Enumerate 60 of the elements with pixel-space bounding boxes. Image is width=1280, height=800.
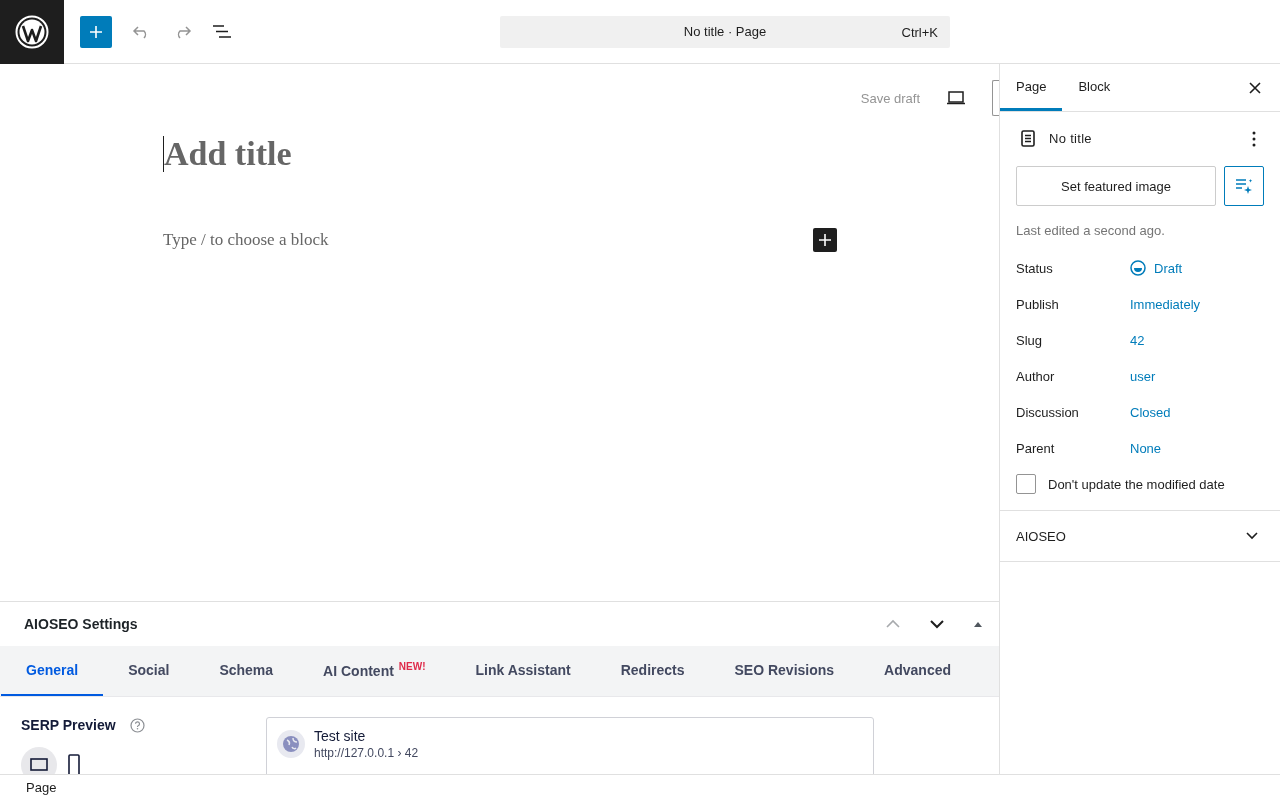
wordpress-logo[interactable]: [0, 0, 64, 64]
field-value-link[interactable]: None: [1130, 440, 1162, 456]
sidebar-tab[interactable]: Page: [1000, 64, 1063, 111]
settings-tab[interactable]: SEO Revisions: [709, 646, 860, 696]
field-label: Discussion: [1016, 404, 1080, 420]
document-title: No title · Page: [683, 24, 767, 39]
field-label: Author: [1016, 368, 1056, 384]
section-title: SERP Preview: [21, 717, 116, 733]
last-edited-text: Last edited a second ago.: [1016, 223, 1166, 238]
draft-status-icon: [1130, 260, 1146, 276]
panel-toggle[interactable]: AIOSEO: [1000, 511, 1280, 562]
mobile-icon[interactable]: [67, 753, 81, 774]
settings-tab[interactable]: Redirects: [595, 646, 710, 696]
plus-icon: [88, 23, 104, 40]
settings-tab[interactable]: Schema: [194, 646, 299, 696]
ai-generate-button[interactable]: [1224, 166, 1264, 206]
settings-tab[interactable]: General: [1, 646, 104, 696]
panel-title: AIOSEO Settings: [24, 616, 138, 632]
settings-tab[interactable]: Social: [103, 646, 195, 696]
field-label: Slug: [1016, 332, 1044, 348]
plus-icon: [818, 233, 832, 247]
globe-icon: [277, 730, 305, 758]
field-value-link[interactable]: 42: [1130, 332, 1145, 348]
document-overview-icon[interactable]: [212, 24, 232, 39]
document-title: No title: [1049, 131, 1092, 146]
new-label: NEW!: [398, 661, 426, 673]
wordpress-logo-icon: [15, 14, 49, 49]
sidebar-tab[interactable]: Block: [1062, 64, 1127, 111]
block-placeholder[interactable]: Type / to choose a block: [163, 230, 329, 250]
add-block-button[interactable]: [813, 228, 837, 252]
field-value-link[interactable]: Closed: [1130, 404, 1171, 420]
chevron-icon: [1246, 532, 1258, 540]
sparkle-list-icon: [1235, 177, 1253, 195]
field-label: Parent: [1016, 440, 1056, 456]
checkbox[interactable]: [1016, 474, 1036, 494]
help-icon[interactable]: [129, 717, 145, 733]
desktop-icon: [29, 757, 49, 773]
settings-tab[interactable]: AI Content $^{NEW!}$: [298, 646, 451, 696]
checkbox-label: Don't update the modified date: [1048, 476, 1225, 492]
more-options-icon[interactable]: [1252, 130, 1256, 147]
settings-tab[interactable]: Advanced: [859, 646, 977, 696]
laptop-icon[interactable]: [946, 91, 966, 105]
page-icon: [1021, 130, 1035, 147]
triangle-up-icon[interactable]: [973, 620, 983, 628]
status-button[interactable]: Draft: [1130, 260, 1183, 276]
desktop-toggle[interactable]: [21, 747, 57, 774]
settings-tab[interactable]: Link Assistant: [450, 646, 596, 696]
breadcrumb[interactable]: Page: [26, 780, 57, 795]
close-icon[interactable]: [1249, 81, 1261, 94]
field-value-link[interactable]: user: [1130, 368, 1156, 384]
command-bar[interactable]: No title · Page Ctrl+K: [500, 15, 950, 48]
field-label: Publish: [1016, 296, 1060, 312]
site-name: Test site: [314, 728, 367, 744]
set-featured-image-button[interactable]: Set featured image: [1016, 166, 1216, 206]
site-url: http://127.0.0.1 › 42: [314, 746, 419, 760]
title-field[interactable]: Add title: [163, 136, 292, 172]
chevron-down-icon[interactable]: [929, 619, 945, 629]
field-label: Status: [1016, 260, 1054, 276]
field-value-link[interactable]: Immediately: [1130, 296, 1201, 312]
keyboard-shortcut: Ctrl+K: [901, 24, 938, 40]
